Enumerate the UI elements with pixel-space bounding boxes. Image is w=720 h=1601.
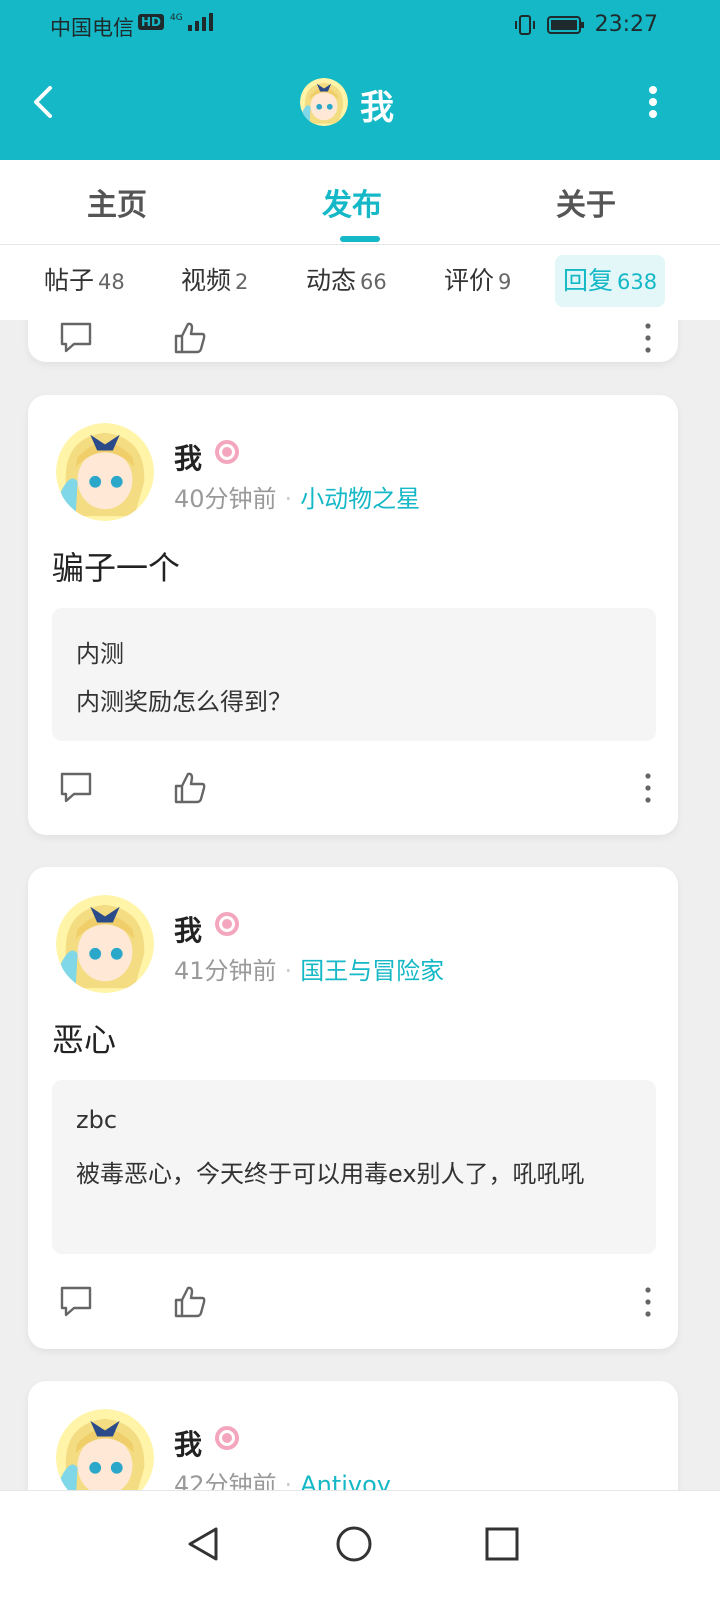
post-meta: 42分钟前 · Antivoy bbox=[174, 1465, 391, 1490]
avatar[interactable] bbox=[56, 1409, 154, 1490]
subtab-videos[interactable]: 视频 2 bbox=[173, 255, 256, 307]
reply-card: 我 40分钟前 · 小动物之星 骗子一个 内测 内测奖励怎么得到？ bbox=[28, 395, 678, 835]
thumbs-up-icon bbox=[174, 322, 206, 354]
recents-square-icon bbox=[485, 1527, 519, 1561]
back-button[interactable] bbox=[24, 80, 64, 124]
status-right: 23:27 bbox=[513, 12, 658, 37]
more-options-button[interactable] bbox=[638, 80, 668, 124]
card-more-button[interactable] bbox=[638, 320, 658, 358]
thumbs-up-icon bbox=[174, 772, 206, 804]
sub-tabs: 帖子 48 视频 2 动态 66 评价 9 回复 638 bbox=[0, 245, 720, 320]
subtab-count: 9 bbox=[498, 270, 512, 294]
level-badge-icon bbox=[215, 912, 239, 936]
subtab-count: 66 bbox=[360, 270, 387, 294]
username[interactable]: 我 bbox=[174, 437, 202, 477]
subtab-count: 48 bbox=[98, 270, 125, 294]
comment-button[interactable] bbox=[56, 1282, 96, 1322]
like-button[interactable] bbox=[170, 768, 210, 808]
nav-home-button[interactable] bbox=[319, 1509, 389, 1579]
card-more-button[interactable] bbox=[638, 1282, 658, 1322]
like-button[interactable] bbox=[170, 1282, 210, 1322]
tab-publish[interactable]: 发布 bbox=[322, 180, 382, 224]
system-nav-bar bbox=[0, 1490, 720, 1601]
network-indicator: HD 4G bbox=[138, 11, 220, 33]
comment-icon bbox=[60, 1286, 92, 1317]
game-link[interactable]: Antivoy bbox=[300, 1471, 391, 1490]
subtab-count: 2 bbox=[235, 270, 249, 294]
active-tab-indicator bbox=[340, 236, 380, 242]
reply-feed: 我 40分钟前 · 小动物之星 骗子一个 内测 内测奖励怎么得到？ 我 41分钟… bbox=[0, 320, 720, 1490]
reply-card: 我 41分钟前 · 国王与冒险家 恶心 zbc 被毒恶心，今天终于可以用毒ex别人了… bbox=[28, 867, 678, 1349]
vertical-dots-icon bbox=[645, 773, 651, 803]
subtab-moments[interactable]: 动态 66 bbox=[298, 255, 395, 307]
header-avatar bbox=[300, 78, 348, 126]
main-tabs: 主页 发布 关于 bbox=[0, 160, 720, 245]
quoted-title: 内测 bbox=[76, 640, 124, 668]
quoted-text: 被毒恶心，今天终于可以用毒ex别人了，吼吼吼 bbox=[76, 1160, 585, 1188]
subtab-label: 回复 bbox=[563, 266, 614, 295]
vertical-dots-icon bbox=[645, 323, 651, 353]
reply-card-partial bbox=[28, 320, 678, 362]
thumbs-up-icon bbox=[174, 1286, 206, 1318]
subtab-label: 视频 bbox=[181, 266, 232, 295]
post-time: 40分钟前 bbox=[174, 485, 277, 513]
comment-icon bbox=[60, 772, 92, 803]
home-circle-icon bbox=[336, 1526, 372, 1562]
post-time: 41分钟前 bbox=[174, 957, 277, 985]
quoted-post[interactable]: 内测 内测奖励怎么得到？ bbox=[52, 608, 656, 741]
vertical-dots-icon bbox=[649, 86, 657, 118]
top-bar: 中国电信 HD 4G 23:27 我 bbox=[0, 0, 720, 160]
avatar[interactable] bbox=[56, 895, 154, 993]
comment-icon bbox=[60, 322, 92, 353]
like-button[interactable] bbox=[170, 320, 210, 358]
comment-button[interactable] bbox=[56, 768, 96, 808]
page-title: 我 bbox=[360, 88, 394, 128]
nav-recents-button[interactable] bbox=[467, 1509, 537, 1579]
signal-icon: 4G bbox=[170, 13, 214, 31]
level-badge-icon bbox=[215, 440, 239, 464]
back-triangle-icon bbox=[188, 1527, 218, 1561]
game-link[interactable]: 国王与冒险家 bbox=[300, 957, 444, 985]
carrier-name: 中国电信 bbox=[50, 16, 134, 40]
subtab-posts[interactable]: 帖子 48 bbox=[36, 255, 133, 307]
avatar-image bbox=[300, 78, 348, 126]
clock: 23:27 bbox=[594, 12, 658, 37]
vibrate-icon bbox=[514, 14, 535, 35]
reply-text: 骗子一个 bbox=[52, 549, 181, 587]
status-bar: 中国电信 HD 4G 23:27 bbox=[0, 0, 720, 50]
chevron-left-icon bbox=[34, 86, 52, 118]
username[interactable]: 我 bbox=[174, 909, 202, 949]
subtab-replies[interactable]: 回复 638 bbox=[555, 255, 666, 307]
avatar-image bbox=[56, 1409, 154, 1490]
nav-back-button[interactable] bbox=[168, 1509, 238, 1579]
reply-text: 恶心 bbox=[52, 1021, 117, 1059]
tab-about[interactable]: 关于 bbox=[556, 180, 616, 224]
avatar-image bbox=[56, 895, 154, 993]
subtab-label: 帖子 bbox=[44, 266, 95, 295]
post-meta: 40分钟前 · 小动物之星 bbox=[174, 485, 421, 513]
avatar[interactable] bbox=[56, 423, 154, 521]
network-type: 4G bbox=[170, 13, 183, 23]
tab-home[interactable]: 主页 bbox=[87, 180, 147, 224]
subtab-reviews[interactable]: 评价 9 bbox=[436, 255, 519, 307]
reply-card: 我 42分钟前 · Antivoy bbox=[28, 1381, 678, 1490]
username[interactable]: 我 bbox=[174, 1423, 202, 1463]
subtab-label: 评价 bbox=[444, 266, 495, 295]
quoted-post[interactable]: zbc 被毒恶心，今天终于可以用毒ex别人了，吼吼吼 bbox=[52, 1080, 656, 1254]
hd-badge: HD bbox=[138, 14, 165, 30]
post-time: 42分钟前 bbox=[174, 1471, 277, 1490]
subtab-count: 638 bbox=[617, 270, 658, 294]
post-meta: 41分钟前 · 国王与冒险家 bbox=[174, 957, 445, 985]
quoted-title: zbc bbox=[76, 1106, 118, 1134]
level-badge-icon bbox=[215, 1426, 239, 1450]
comment-button[interactable] bbox=[56, 320, 96, 358]
game-link[interactable]: 小动物之星 bbox=[300, 485, 420, 513]
vertical-dots-icon bbox=[645, 1287, 651, 1317]
battery-icon bbox=[546, 15, 584, 34]
subtab-label: 动态 bbox=[306, 266, 357, 295]
quoted-text: 内测奖励怎么得到？ bbox=[76, 688, 292, 716]
card-more-button[interactable] bbox=[638, 768, 658, 808]
avatar-image bbox=[56, 423, 154, 521]
